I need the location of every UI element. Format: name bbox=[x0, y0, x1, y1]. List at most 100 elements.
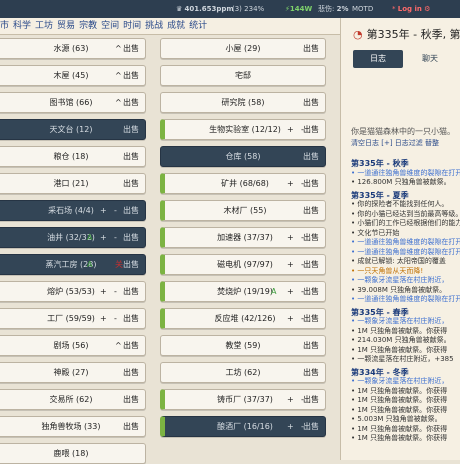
building-button[interactable]: 交易所 (62) 出售 bbox=[0, 389, 146, 410]
nav-tab[interactable]: 宗教 bbox=[79, 21, 97, 31]
auto-toggle[interactable]: A bbox=[271, 282, 276, 301]
decrease-button[interactable]: - bbox=[114, 282, 117, 301]
nav-tab[interactable]: 成就 bbox=[167, 21, 185, 31]
tab-log[interactable]: 日志 bbox=[353, 50, 403, 68]
building-button[interactable]: 油井 (32/32) A + - 出售 bbox=[0, 227, 146, 248]
sell-button[interactable]: 出售 bbox=[303, 174, 319, 193]
building-button[interactable]: 粮仓 (18) 出售 bbox=[0, 146, 146, 167]
decrease-button[interactable]: - bbox=[114, 309, 117, 328]
building-button[interactable]: 采石场 (4/4) + - 出售 bbox=[0, 200, 146, 221]
nav-tab[interactable]: 统计 bbox=[189, 21, 207, 31]
nav-tab[interactable]: 贸易 bbox=[57, 21, 75, 31]
sell-button[interactable]: 出售 bbox=[303, 147, 319, 166]
sell-button[interactable]: 出售 bbox=[123, 174, 139, 193]
decrease-button[interactable]: - bbox=[114, 228, 117, 247]
increase-button[interactable]: + bbox=[287, 174, 294, 193]
building-button[interactable]: 木材厂 (55) 出售 bbox=[160, 200, 326, 221]
increase-button[interactable]: + bbox=[100, 309, 107, 328]
sell-button[interactable]: 出售 bbox=[303, 417, 319, 436]
building-button[interactable]: 工坊 (62) 出售 bbox=[160, 362, 326, 383]
auto-toggle[interactable]: A bbox=[87, 255, 92, 274]
building-button[interactable]: 反应堆 (42/126) + - 出售 bbox=[160, 308, 326, 329]
sell-button[interactable]: 出售 bbox=[303, 228, 319, 247]
building-button[interactable]: 酿酒厂 (16/16) + - 出售 bbox=[160, 416, 326, 437]
log-entry: • 一颗象牙流星落在村庄附近， bbox=[351, 317, 449, 325]
sell-button[interactable]: 出售 bbox=[303, 309, 319, 328]
building-button[interactable]: 港口 (21) 出售 bbox=[0, 173, 146, 194]
sell-button[interactable]: 出售 bbox=[303, 255, 319, 274]
building-button[interactable]: 水源 (63) ^ 出售 bbox=[0, 38, 146, 59]
sell-button[interactable]: 出售 bbox=[303, 120, 319, 139]
sell-button[interactable]: 出售 bbox=[123, 147, 139, 166]
nav-tab[interactable]: 空间 bbox=[101, 21, 119, 31]
building-button[interactable]: 生物实验室 (12/12) + - 出售 bbox=[160, 119, 326, 140]
sell-button[interactable]: 出售 bbox=[123, 255, 139, 274]
sell-button[interactable]: 出售 bbox=[303, 336, 319, 355]
building-button[interactable]: 工厂 (59/59) + - 出售 bbox=[0, 308, 146, 329]
navigation-tabs: 市科学 工坊 贸易 宗教 空间 时间 挑战 成就 统计 bbox=[0, 18, 340, 35]
sell-button[interactable]: 出售 bbox=[123, 66, 139, 85]
building-button[interactable]: 熔炉 (53/53) + - 出售 bbox=[0, 281, 146, 302]
building-button[interactable]: 铸币厂 (37/37) + - 出售 bbox=[160, 389, 326, 410]
building-button[interactable]: 磁电机 (97/97) + - 出售 bbox=[160, 254, 326, 275]
nav-tab[interactable]: 科学 bbox=[13, 21, 31, 31]
increase-button[interactable]: + bbox=[100, 282, 107, 301]
building-button[interactable]: 教堂 (59) 出售 bbox=[160, 335, 326, 356]
decrease-button[interactable]: - bbox=[114, 201, 117, 220]
sell-button[interactable]: 出售 bbox=[303, 282, 319, 301]
off-toggle[interactable]: 关 bbox=[115, 255, 123, 274]
building-button[interactable]: 仓库 (58) 出售 bbox=[160, 146, 326, 167]
sell-button[interactable]: 出售 bbox=[123, 363, 139, 382]
sell-button[interactable]: 出售 bbox=[123, 417, 139, 436]
sell-button[interactable]: 出售 bbox=[123, 390, 139, 409]
sell-button[interactable]: 出售 bbox=[123, 282, 139, 301]
sell-button[interactable]: 出售 bbox=[123, 228, 139, 247]
sell-button[interactable]: 出售 bbox=[303, 390, 319, 409]
sell-button[interactable]: 出售 bbox=[123, 336, 139, 355]
building-button[interactable]: 宅邸 bbox=[160, 65, 326, 86]
nav-tab[interactable]: 市 bbox=[0, 21, 9, 31]
sell-button[interactable]: 出售 bbox=[303, 93, 319, 112]
building-button[interactable]: 图书馆 (66) ^ 出售 bbox=[0, 92, 146, 113]
sell-button[interactable]: 出售 bbox=[123, 201, 139, 220]
sell-button[interactable]: 出售 bbox=[123, 39, 139, 58]
building-button[interactable]: 木屋 (45) ^ 出售 bbox=[0, 65, 146, 86]
increase-button[interactable]: + bbox=[287, 390, 294, 409]
log-season-heading: 第334年 - 冬季 bbox=[351, 367, 409, 377]
building-button[interactable]: 加速器 (37/37) + - 出售 bbox=[160, 227, 326, 248]
nav-tab[interactable]: 时间 bbox=[123, 21, 141, 31]
increase-button[interactable]: + bbox=[287, 228, 294, 247]
building-button[interactable]: 独角兽牧场 (33) 出售 bbox=[0, 416, 146, 437]
increase-button[interactable]: + bbox=[287, 309, 294, 328]
building-button[interactable]: 研究院 (58) 出售 bbox=[160, 92, 326, 113]
increase-button[interactable]: + bbox=[100, 228, 107, 247]
log-controls[interactable]: 清空日志 [+] 日志过滤 替整 bbox=[351, 138, 439, 148]
increase-button[interactable]: + bbox=[287, 282, 294, 301]
building-button[interactable]: 小屋 (29) 出售 bbox=[160, 38, 326, 59]
building-name: 研究院 (58) bbox=[221, 98, 265, 107]
tab-chat[interactable]: 聊天 bbox=[407, 50, 453, 68]
sell-button[interactable]: 出售 bbox=[303, 363, 319, 382]
sell-button[interactable]: 出售 bbox=[123, 120, 139, 139]
sell-button[interactable]: 出售 bbox=[303, 201, 319, 220]
building-button[interactable]: 矿井 (68/68) + - 出售 bbox=[160, 173, 326, 194]
building-button[interactable]: 蒸汽工房 (28) A 关出售 bbox=[0, 254, 146, 275]
increase-button[interactable]: + bbox=[287, 417, 294, 436]
happiness-indicator: 悲伤: 2% bbox=[318, 5, 349, 13]
login-link[interactable]: * Log in ⚙ bbox=[392, 0, 430, 18]
sell-button[interactable]: 出售 bbox=[123, 93, 139, 112]
building-button[interactable]: 剧场 (56) ^ 出售 bbox=[0, 335, 146, 356]
increase-button[interactable]: + bbox=[287, 120, 294, 139]
sell-button[interactable]: 出售 bbox=[303, 39, 319, 58]
building-button[interactable]: 天文台 (12) 出售 bbox=[0, 119, 146, 140]
motd-link[interactable]: MOTD bbox=[352, 0, 373, 18]
building-button[interactable]: 神殿 (27) 出售 bbox=[0, 362, 146, 383]
nav-tab[interactable]: 挑战 bbox=[145, 21, 163, 31]
auto-toggle[interactable]: A bbox=[87, 228, 92, 247]
sell-button[interactable]: 出售 bbox=[123, 309, 139, 328]
increase-button[interactable]: + bbox=[287, 255, 294, 274]
building-button[interactable]: 鹿喂 (18) bbox=[0, 443, 146, 464]
building-button[interactable]: 焚烧炉 (19/19) A + - 出售 bbox=[160, 281, 326, 302]
nav-tab[interactable]: 工坊 bbox=[35, 21, 53, 31]
increase-button[interactable]: + bbox=[100, 201, 107, 220]
